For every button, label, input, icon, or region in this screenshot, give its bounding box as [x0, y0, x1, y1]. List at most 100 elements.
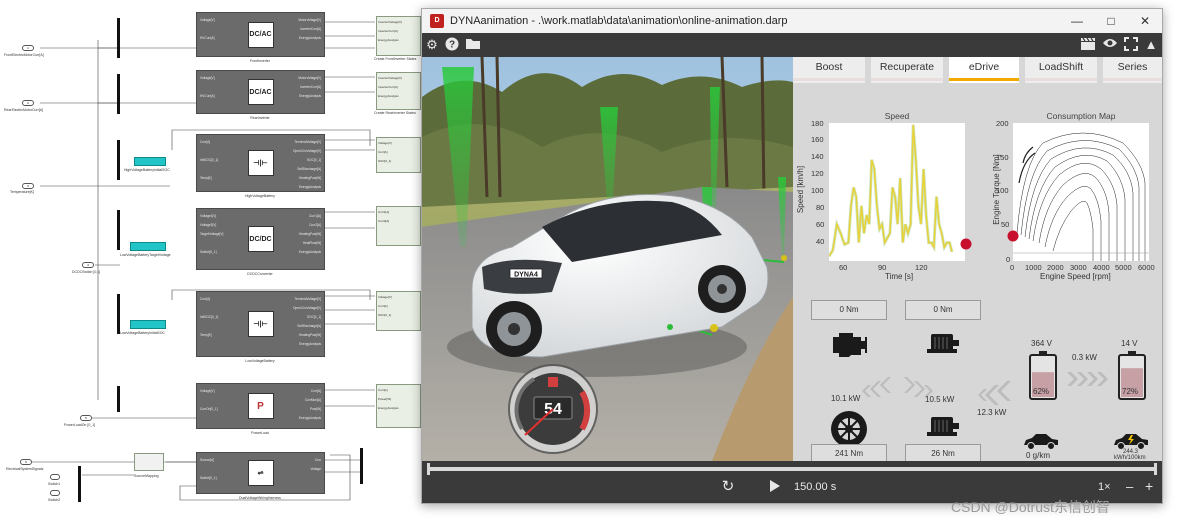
rear-inverter-states[interactable]: InverterVoltage[V] InverterCurr[A] EnergyA… [376, 72, 421, 110]
dcdc-converter-block[interactable]: Voltage1[V] Voltage2[V] TargetVoltage[V] S… [196, 208, 325, 270]
bus-selector-2[interactable] [117, 74, 120, 114]
minimize-button[interactable]: — [1060, 9, 1094, 33]
switch1-label: Switch1 [48, 482, 61, 486]
bus-selector-1[interactable] [117, 18, 120, 58]
inport-5-label: PowerLoadOn [0_1] [64, 423, 96, 427]
bus-selector-5[interactable] [117, 294, 120, 334]
lv-battery-target-voltage[interactable] [130, 242, 166, 251]
tab-series[interactable]: Series [1103, 57, 1162, 83]
inport-1[interactable]: 1 [22, 45, 34, 51]
dc-ac-icon: DC/AC [247, 79, 274, 105]
clapperboard-icon[interactable] [1080, 37, 1096, 53]
lv-battery-block[interactable]: Curr[A] InitSOC[0_1] Temp[K] TerminalVol… [196, 291, 325, 357]
speed-decrease-button[interactable]: – [1126, 479, 1133, 494]
car-co2-icon [1024, 434, 1058, 450]
folder-open-icon[interactable] [465, 37, 481, 53]
speed-ytick-40: 40 [816, 237, 825, 246]
close-button[interactable]: ✕ [1128, 9, 1162, 33]
bus-selector-4[interactable] [117, 210, 120, 250]
front-inverter-states[interactable]: InverterVoltage[V] InverterCurr[A] EnergyA… [376, 16, 421, 56]
lv-battery-target-voltage-label: LowVoltageBatteryTargetVoltage [120, 253, 171, 257]
wheel-icon [831, 411, 867, 447]
speed-ytick-60: 60 [816, 220, 825, 229]
dcdc-converter-label: DCDCConverter [247, 272, 273, 276]
inport-4[interactable]: 4 [82, 262, 94, 268]
harness-block[interactable]: Source[A] Switch[0_1] Curr Voltage ⇌ [196, 452, 325, 494]
source-mapping-block[interactable] [134, 453, 164, 471]
timeline-slider[interactable] [427, 463, 1157, 475]
speed-ytick-140: 140 [811, 152, 824, 161]
maximize-button[interactable]: □ [1094, 9, 1128, 33]
fullscreen-icon[interactable] [1123, 37, 1139, 53]
inport-6[interactable]: 6 [20, 459, 32, 465]
play-button[interactable] [768, 479, 782, 495]
lv-battery-initial-soc[interactable] [130, 320, 166, 329]
power-load-block[interactable]: Voltage[V] CurrOn[0_1] Curr[A] CurrMon[A]… [196, 383, 325, 429]
switch1-port[interactable] [50, 474, 60, 480]
electric-motor-2-icon [927, 417, 959, 436]
front-inverter-states-label: Create FrontInverter States [374, 57, 417, 61]
playback-speed[interactable]: 1× [1098, 481, 1111, 493]
loop-icon[interactable]: ↻ [719, 478, 737, 496]
speed-increase-button[interactable]: + [1145, 478, 1153, 494]
simulink-canvas: 1 FrontElectricMotorCurr[A] 2 RearElectr… [0, 0, 430, 525]
chevrons-right-icon [904, 377, 933, 397]
eye-icon[interactable] [1102, 37, 1118, 53]
collapse-up-icon[interactable]: ▲ [1143, 37, 1159, 53]
help-icon[interactable]: ? [444, 37, 460, 53]
hv-battery-label: HighVoltageBattery [245, 194, 275, 198]
electric-car-icon [1114, 434, 1148, 450]
electric-motor-icon [927, 334, 959, 353]
timeline-start-handle[interactable] [427, 463, 430, 475]
strategy-tabs: Boost Recuperate eDrive LoadShift Series [793, 57, 1162, 83]
front-inverter-block[interactable]: Voltage[V] HVCurr[A] MotorVoltage[V] Inve… [196, 12, 325, 57]
svg-text:?: ? [449, 40, 455, 51]
tab-loadshift[interactable]: LoadShift [1025, 57, 1097, 83]
cons-xtick-4000: 4000 [1093, 263, 1110, 272]
hv-battery-initial-soc[interactable] [134, 157, 166, 166]
watermark-text: CSDN @Dotrust东信创智 [951, 499, 1110, 515]
speed-ytick-80: 80 [816, 203, 825, 212]
cons-ytick-50: 50 [1001, 220, 1010, 229]
power-load-states[interactable]: Curr[A] Power[W] EnergyAnalysis [376, 384, 421, 428]
bus-selector-6[interactable] [117, 386, 120, 412]
dynaanimation-window: D DYNAanimation - .\work.matlab\data\ani… [421, 8, 1163, 504]
consumption-ylabel: Engine Torque [Nm] [991, 154, 1001, 225]
bus-creator-out[interactable] [360, 448, 363, 484]
gear-icon[interactable]: ⚙ [424, 37, 440, 53]
tab-recuperate[interactable]: Recuperate [871, 57, 943, 83]
dcdc-states[interactable]: Curr1[A] Curr2[A] [376, 206, 421, 246]
speed-xtick-120: 120 [915, 263, 928, 272]
hv-battery-states[interactable]: Voltage[V] Curr[A] SOC[0_1] [376, 137, 421, 173]
window-title: DYNAanimation - .\work.matlab\data\anima… [450, 15, 788, 27]
inport-1-label: FrontElectricMotorCurr[A] [4, 53, 44, 57]
inport-3-label: Temperature[K] [10, 190, 34, 194]
inport-5[interactable]: 5 [80, 415, 92, 421]
battery-icon: ⊣|⊢ [247, 150, 274, 176]
rear-inverter-block[interactable]: Voltage[V] HVCurr[A] MotorVoltage[V] Inve… [196, 70, 325, 114]
inport-3[interactable]: 3 [22, 183, 34, 189]
tab-edrive[interactable]: eDrive [949, 57, 1019, 83]
inport-2[interactable]: 2 [22, 100, 34, 106]
chevrons-dcdc-icon [1067, 372, 1108, 386]
lv-battery-label: LowVoltageBattery [245, 359, 275, 363]
playback-time: 150.00 s [794, 481, 837, 493]
switch2-port[interactable] [50, 490, 60, 496]
title-bar[interactable]: D DYNAanimation - .\work.matlab\data\ani… [422, 9, 1162, 33]
lv-voltage-value: 14 V [1121, 339, 1138, 348]
lv-battery-states[interactable]: Voltage[V] Curr[A] SOC[0_1] [376, 291, 421, 331]
hv-battery-block[interactable]: Curr[A] InitSOC[0_1] Temp[K] TerminalVol… [196, 134, 325, 192]
3d-scene-viewport[interactable]: DYNA4 54 [422, 57, 793, 461]
rear-inverter-states-label: Create RearInverter States [374, 111, 416, 115]
hv-voltage-value: 364 V [1031, 339, 1052, 348]
bus-creator[interactable] [78, 466, 81, 502]
lv-battery-initial-soc-label: LowVoltageBatteryInitialSOC [120, 331, 165, 335]
speed-ytick-120: 120 [811, 169, 824, 178]
speed-ytick-100: 100 [811, 186, 824, 195]
bus-selector-3[interactable] [117, 140, 120, 180]
engine-power-value: 10.1 kW [831, 394, 861, 403]
source-mapping-label: SourceMapping [134, 474, 159, 478]
tab-boost[interactable]: Boost [793, 57, 865, 83]
timeline-end-handle[interactable] [1154, 463, 1157, 475]
consumption-map-chart [1013, 123, 1149, 261]
